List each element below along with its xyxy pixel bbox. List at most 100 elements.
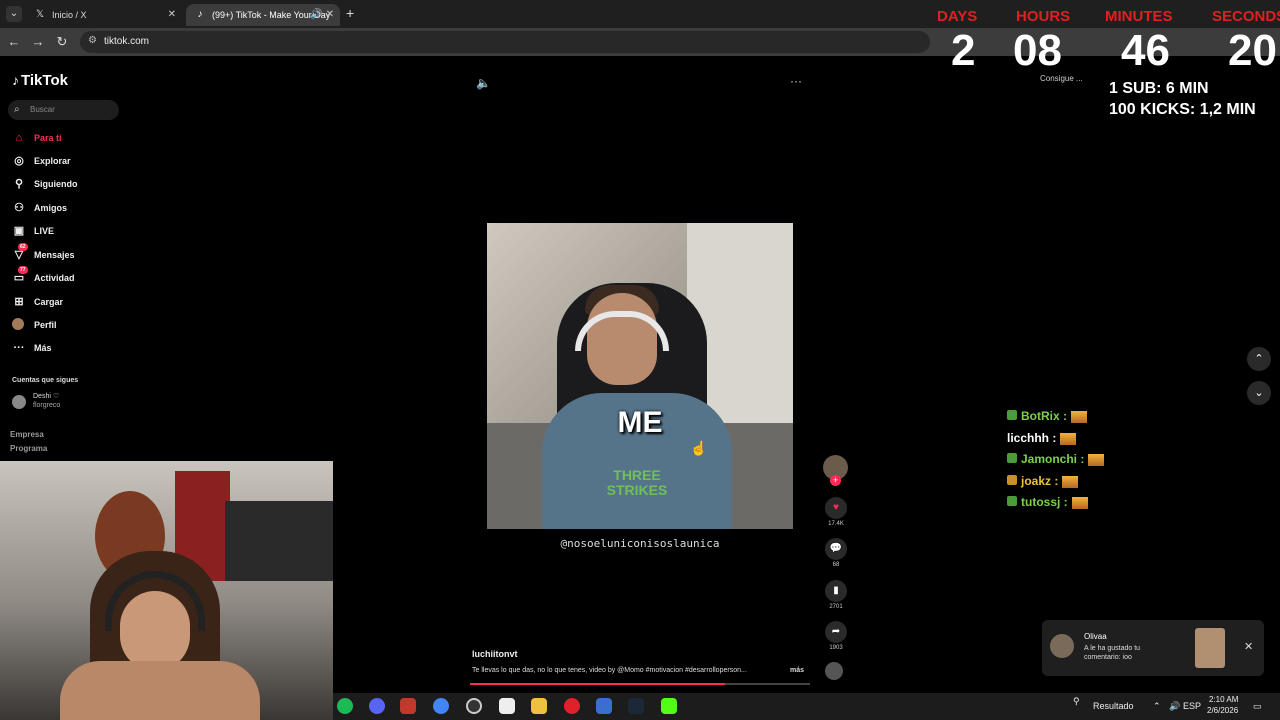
taskbar: ⚲ Resultado ⌃ 🔊 ESP 2:10 AM 2/6/2026 ▭ [333,693,1280,720]
browser-toolbar: ← → ↻ ⚙ tiktok.com [0,28,1280,56]
tab-tiktok[interactable]: ♪ (99+) TikTok - Make Your Day 🔊 ✕ [186,4,340,26]
share-icon: ➦ [825,621,847,643]
profile-avatar-icon [12,318,24,330]
bookmark-button[interactable]: ▮ 2701 [822,580,850,610]
clock-time[interactable]: 2:10 AM [1209,695,1238,704]
bookmark-count: 2701 [829,604,843,610]
folder-icon[interactable] [531,698,547,714]
friends-icon: ⚇ [14,202,24,214]
video-author[interactable]: luchiitonvt [472,649,518,659]
footer-link-programa[interactable]: Programa [10,444,47,453]
like-count: 17.4K [828,521,844,527]
bookmark-icon: ▮ [825,580,847,602]
heart-icon: ♥ [825,497,847,519]
address-bar[interactable]: ⚙ tiktok.com [80,31,930,53]
following-header: Cuentas que sigues [12,377,79,384]
countdown-days: 2 [951,26,976,75]
emote-icon [1088,453,1105,466]
chat-message: tutossj : [1007,495,1088,509]
speaker-icon[interactable]: 🔊 [1169,701,1180,712]
url-text: tiktok.com [104,36,150,47]
streamer-shoulders [60,661,260,720]
emote-icon [1071,410,1088,423]
live-icon: ▣ [13,225,25,237]
chat-badge-icon [1007,475,1017,485]
countdown-label-minutes: MINUTES [1105,8,1173,25]
more-options-icon[interactable]: ··· [790,74,802,88]
app-icon[interactable] [499,698,515,714]
browser-tab-strip: ⌄ 𝕏 Inicio / X ✕ ♪ (99+) TikTok - Make Y… [0,0,1280,28]
search-icon: ⌕ [14,104,20,115]
home-icon: ⌂ [15,132,23,144]
webcam-overlay [0,461,333,720]
more-link[interactable]: más [790,667,804,674]
tiktok-icon: ♪ [197,9,203,20]
back-icon[interactable]: ← [6,34,22,49]
notification-toast[interactable]: Olivaa A le ha gustado tu comentario: io… [1042,620,1264,676]
goal-sub: 1 SUB: 6 MIN [1109,80,1209,97]
tab-search-icon[interactable]: ⌄ [6,6,22,22]
notification-message: A le ha gustado tu comentario: ioo [1084,645,1141,661]
chrome-icon[interactable] [433,698,449,714]
compass-icon: ◎ [14,155,24,167]
chat-badge-icon [1007,410,1017,420]
video-player[interactable]: THREE STRIKES ME [487,223,793,529]
following-icon: ⚲ [14,178,24,190]
video-progress-bar[interactable] [470,683,810,685]
streamdeck-icon[interactable] [596,698,612,714]
close-icon[interactable]: ✕ [1244,640,1253,653]
notification-center-icon[interactable]: ▭ [1253,701,1262,712]
chat-message: licchhh : [1007,431,1077,445]
comment-count: 68 [832,562,840,568]
following-account-name[interactable]: Deshi ♡ [33,392,59,400]
tray-chevron-icon[interactable]: ⌃ [1153,701,1161,712]
music-disc-icon[interactable] [825,662,843,680]
tab-x[interactable]: 𝕏 Inicio / X ✕ [26,4,182,26]
share-count: 1903 [829,645,843,651]
discord-icon[interactable] [369,698,385,714]
search-input[interactable]: ⌕ Buscar [8,100,119,120]
spotify-icon[interactable] [337,698,353,714]
site-info-icon[interactable]: ⚙ [88,35,97,46]
forward-icon[interactable]: → [30,34,46,49]
countdown-minutes: 46 [1121,26,1170,75]
steam-icon[interactable] [628,698,644,714]
tiktok-icon: ♪ [12,72,19,88]
following-account-username[interactable]: florgreco [33,402,60,409]
reload-icon[interactable]: ↻ [54,34,70,50]
chat-message: BotRix : [1007,409,1088,423]
tab-title: Inicio / X [52,10,87,20]
countdown-seconds: 20 [1228,26,1277,75]
emote-icon [1062,475,1079,488]
tiktok-logo[interactable]: ♪ TikTok [12,72,68,89]
pin-icon[interactable]: ⚲ [1073,696,1080,707]
follow-plus-icon[interactable]: + [830,475,841,486]
avatar[interactable] [12,395,26,409]
like-button[interactable]: ♥ 17.4K [822,497,850,527]
clock-date[interactable]: 2/6/2026 [1207,706,1238,715]
next-video-button[interactable]: ⌄ [1247,381,1271,405]
close-tab-icon[interactable]: ✕ [168,4,176,26]
opera-icon[interactable] [564,698,580,714]
notification-name: Olivaa [1084,632,1107,641]
new-tab-button[interactable]: + [346,5,354,21]
comment-button[interactable]: 💬 68 [822,538,850,568]
chat-badge-icon [1007,496,1017,506]
avatar [1050,634,1074,658]
emote-icon [1071,496,1088,509]
volume-icon[interactable]: 🔈 [476,76,491,90]
share-button[interactable]: ➦ 1903 [822,621,850,651]
kick-icon[interactable] [661,698,677,714]
voicemeeter-icon[interactable] [400,698,416,714]
countdown-hours: 08 [1013,26,1062,75]
search-placeholder: Buscar [30,105,55,114]
footer-link-empresa[interactable]: Empresa [10,430,44,439]
language-indicator[interactable]: ESP [1183,701,1201,711]
goal-kicks: 100 KICKS: 1,2 MIN [1109,101,1256,118]
obs-icon[interactable] [466,698,482,714]
comment-icon: 💬 [825,538,847,560]
notification-thumbnail [1195,628,1225,668]
result-label[interactable]: Resultado [1093,701,1134,711]
previous-video-button[interactable]: ⌃ [1247,347,1271,371]
close-tab-icon[interactable]: 🔊 ✕ [310,4,334,26]
